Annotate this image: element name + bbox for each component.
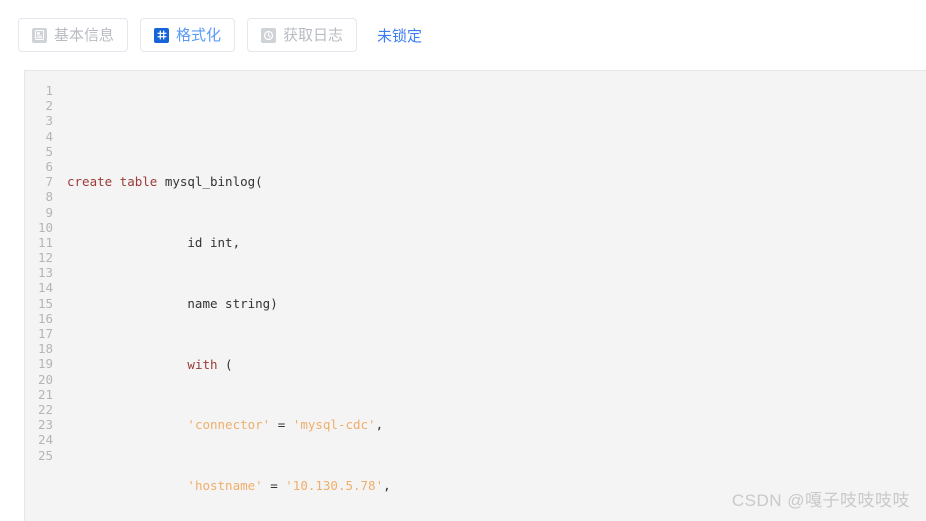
token-string: 'mysql-cdc' [292, 417, 376, 433]
line-number: 5 [45, 143, 53, 159]
line-number: 17 [37, 326, 53, 341]
line-number: 3 [45, 113, 53, 129]
code-line: name string) [67, 296, 926, 311]
token-plain: , [375, 417, 384, 433]
format-label: 格式化 [176, 26, 222, 44]
token-string: 'connector' [187, 417, 271, 433]
line-number: 4 [45, 128, 53, 144]
lock-status-link[interactable]: 未锁定 [377, 25, 422, 46]
token-plain: ( [217, 356, 233, 372]
line-number: 11 [37, 234, 53, 250]
line-number: 15 [37, 295, 53, 311]
line-number: 24 [37, 432, 53, 448]
line-number: 20 [37, 371, 53, 387]
line-number: 13 [37, 265, 53, 281]
line-number: 12 [37, 250, 53, 266]
line-number: 9 [45, 204, 53, 220]
line-number: 21 [37, 386, 53, 402]
line-number-gutter: 1 2 3 4 5 6 7 8 9 10 11 12 13 14 15 16 1… [25, 83, 59, 521]
line-number: 25 [37, 447, 53, 463]
code-area[interactable]: 1 2 3 4 5 6 7 8 9 10 11 12 13 14 15 16 1… [25, 71, 926, 521]
basic-info-label: 基本信息 [54, 26, 115, 44]
code-line: id int, [67, 235, 926, 250]
line-number: 7 [45, 174, 53, 190]
fetch-log-button[interactable]: 获取日志 [247, 18, 358, 52]
line-number: 18 [37, 341, 53, 357]
line-number: 2 [45, 98, 53, 114]
token-plain: , [383, 478, 391, 494]
code-line: create table mysql_binlog( [67, 174, 926, 189]
line-number: 16 [37, 310, 53, 326]
token-string: '10.130.5.78' [285, 478, 384, 494]
token-string: 'hostname' [187, 478, 263, 494]
line-number: 8 [45, 189, 53, 205]
token-keyword: create table [67, 174, 158, 190]
fetch-log-label: 获取日志 [283, 26, 344, 44]
token-keyword: with [187, 356, 218, 372]
code-lines[interactable]: create table mysql_binlog( id int, name … [59, 83, 926, 521]
code-line: with ( [67, 357, 926, 372]
page-root: 基本信息 格式化 获取日志 未锁定 1 2 3 4 5 6 7 8 9 10 1… [0, 0, 926, 521]
line-number: 23 [37, 417, 53, 433]
format-button[interactable]: 格式化 [140, 18, 236, 52]
sql-code-editor[interactable]: 1 2 3 4 5 6 7 8 9 10 11 12 13 14 15 16 1… [24, 70, 926, 521]
token-plain: = [262, 478, 286, 494]
csdn-watermark: CSDN @嘎子吱吱吱吱 [731, 491, 910, 510]
clock-icon [261, 27, 277, 43]
token-plain: name string) [67, 295, 278, 311]
token-plain: mysql_binlog( [157, 174, 263, 190]
line-number: 6 [45, 158, 53, 174]
toolbar: 基本信息 格式化 获取日志 未锁定 [0, 0, 926, 70]
line-number: 10 [37, 219, 53, 235]
token-plain: id int, [67, 235, 241, 250]
basic-info-button[interactable]: 基本信息 [18, 18, 129, 52]
grid-icon [154, 27, 170, 43]
line-number: 1 [45, 83, 53, 98]
code-line: 'connector' = 'mysql-cdc', [67, 417, 926, 432]
line-number: 19 [37, 356, 53, 372]
line-number: 14 [37, 280, 53, 296]
document-icon [32, 27, 47, 43]
line-number: 22 [37, 401, 53, 417]
token-plain: = [270, 417, 293, 433]
